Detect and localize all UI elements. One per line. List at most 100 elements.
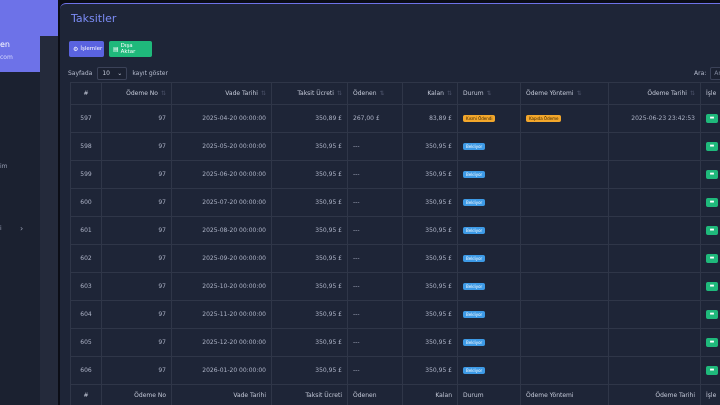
sort-icon: ⇅ [379, 90, 385, 97]
table-row[interactable]: 602 97 2025-09-20 00:00:00 350,95 £ --- 350,9… [70, 244, 720, 273]
table-row[interactable]: 604 97 2025-11-20 00:00:00 350,95 £ --- 350,9… [70, 300, 720, 329]
table-row[interactable]: 606 97 2026-01-20 00:00:00 350,95 £ --- 350,9… [70, 356, 720, 385]
cell-status: Kısmi Ödendi [457, 104, 521, 133]
search-input[interactable]: Ar [710, 67, 720, 80]
installments-panel: Taksitler ⚙ İşlemler ▤ Dışa Aktar Sayfad… [60, 3, 720, 405]
row-action-button[interactable]: ▬ [706, 198, 718, 207]
table-row[interactable]: 599 97 2025-06-20 00:00:00 350,95 £ --- 350,9… [70, 160, 720, 189]
status-badge: Bekliyor [463, 227, 486, 234]
cell-due: 2025-11-20 00:00:00 [171, 300, 272, 329]
sort-icon: ⇅ [446, 90, 452, 97]
column-header-label: Taksit Ücreti [297, 90, 334, 97]
cell-due: 2025-12-20 00:00:00 [171, 328, 272, 357]
column-footer: Durum [457, 384, 521, 405]
cell-remaining: 350,95 £ [402, 356, 458, 385]
page-length-suffix: kayıt göster [132, 70, 168, 77]
cell-method [520, 300, 609, 329]
row-action-button[interactable]: ▬ [706, 254, 718, 263]
chevron-right-icon[interactable]: › [20, 224, 23, 233]
status-badge: Bekliyor [463, 339, 486, 346]
cell-id: 606 [70, 356, 102, 385]
cell-paid: --- [347, 244, 403, 273]
cell-status: Bekliyor [457, 356, 521, 385]
table-row[interactable]: 601 97 2025-08-20 00:00:00 350,95 £ --- 350,9… [70, 216, 720, 245]
column-footer: Kalan [402, 384, 458, 405]
column-header-label: Ödeme Tarihi [647, 90, 687, 97]
row-action-button[interactable]: ▬ [706, 142, 718, 151]
cell-pay-date [608, 328, 701, 357]
file-export-icon: ▤ [113, 45, 119, 53]
row-action-button[interactable]: ▬ [706, 226, 718, 235]
cell-status: Bekliyor [457, 188, 521, 217]
column-header[interactable]: Vade Tarihi ⇅ [171, 82, 272, 105]
cell-amount: 350,95 £ [271, 300, 348, 329]
cell-method [520, 244, 609, 273]
column-header[interactable]: # [70, 82, 102, 105]
cell-paid: --- [347, 188, 403, 217]
cell-actions: ▬ [700, 356, 720, 385]
cell-pay-date [608, 356, 701, 385]
cell-method [520, 188, 609, 217]
sidebar-item[interactable]: im [0, 163, 8, 170]
row-action-button[interactable]: ▬ [706, 338, 718, 347]
cell-amount: 350,95 £ [271, 216, 348, 245]
row-action-button[interactable]: ▬ [706, 310, 718, 319]
cell-remaining: 350,95 £ [402, 132, 458, 161]
cell-remaining: 350,95 £ [402, 272, 458, 301]
column-header[interactable]: Ödenen ⇅ [347, 82, 403, 105]
column-header-label: Ödeme No [126, 90, 158, 97]
cell-remaining: 350,95 £ [402, 328, 458, 357]
sidebar-divider-strip [40, 36, 58, 405]
column-header[interactable]: Durum ⇅ [457, 82, 521, 105]
export-button[interactable]: ▤ Dışa Aktar [109, 41, 152, 57]
column-header[interactable]: İşle [700, 82, 720, 105]
column-header[interactable]: Ödeme Tarihi ⇅ [608, 82, 701, 105]
export-button-label: Dışa Aktar [120, 43, 136, 55]
cell-remaining: 350,95 £ [402, 244, 458, 273]
actions-button[interactable]: ⚙ İşlemler [69, 41, 104, 57]
page-length-select[interactable]: 10 ⌄ [97, 67, 128, 80]
column-footer: # [70, 384, 102, 405]
cell-method [520, 160, 609, 189]
table-row[interactable]: 597 97 2025-04-20 00:00:00 350,89 £267,00 £… [70, 104, 720, 133]
table-row[interactable]: 605 97 2025-12-20 00:00:00 350,95 £ --- 350,9… [70, 328, 720, 357]
cell-due: 2026-01-20 00:00:00 [171, 356, 272, 385]
sidebar-user-name: en [0, 40, 10, 49]
cell-amount: 350,95 £ [271, 160, 348, 189]
cell-status: Bekliyor [457, 328, 521, 357]
cell-actions: ▬ [700, 188, 720, 217]
cell-due: 2025-09-20 00:00:00 [171, 244, 272, 273]
cell-id: 604 [70, 300, 102, 329]
column-header[interactable]: Kalan ⇅ [402, 82, 458, 105]
status-badge: Bekliyor [463, 367, 486, 374]
sidebar-item[interactable]: i [0, 225, 2, 232]
row-action-button[interactable]: ▬ [706, 170, 718, 179]
cell-due: 2025-10-20 00:00:00 [171, 272, 272, 301]
table-row[interactable]: 598 97 2025-05-20 00:00:00 350,95 £ --- 350,9… [70, 132, 720, 161]
cell-paid: --- [347, 272, 403, 301]
cell-payment-no: 97 [101, 328, 172, 357]
cell-status: Bekliyor [457, 160, 521, 189]
sort-icon: ⇅ [486, 90, 492, 97]
page-title: Taksitler [71, 12, 117, 25]
cell-id: 601 [70, 216, 102, 245]
row-action-button[interactable]: ▬ [706, 114, 718, 123]
cell-payment-no: 97 [101, 188, 172, 217]
cell-status: Bekliyor [457, 244, 521, 273]
column-header[interactable]: Taksit Ücreti ⇅ [271, 82, 348, 105]
cell-status: Bekliyor [457, 216, 521, 245]
column-header-label: Ödeme Yöntemi [526, 90, 574, 97]
column-header[interactable]: Ödeme Yöntemi ⇅ [520, 82, 609, 105]
table-row[interactable]: 600 97 2025-07-20 00:00:00 350,95 £ --- 350,9… [70, 188, 720, 217]
column-footer: Taksit Ücreti [271, 384, 348, 405]
page-length-prefix: Sayfada [68, 70, 93, 77]
cell-method [520, 272, 609, 301]
cell-amount: 350,95 £ [271, 188, 348, 217]
table-row[interactable]: 603 97 2025-10-20 00:00:00 350,95 £ --- 350,9… [70, 272, 720, 301]
cell-actions: ▬ [700, 244, 720, 273]
cell-pay-date [608, 188, 701, 217]
payment-method-badge: Kapıda Ödeme [526, 115, 562, 122]
row-action-button[interactable]: ▬ [706, 282, 718, 291]
row-action-button[interactable]: ▬ [706, 366, 718, 375]
column-header[interactable]: Ödeme No ⇅ [101, 82, 172, 105]
